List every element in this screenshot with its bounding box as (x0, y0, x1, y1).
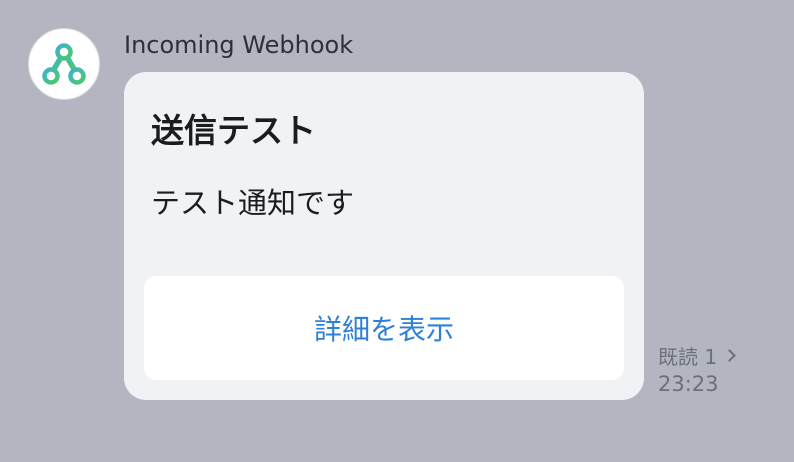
show-details-label: 詳細を表示 (313, 313, 454, 346)
webhook-icon (42, 43, 86, 85)
read-receipt-label: 既読 1 (658, 345, 718, 369)
message-timestamp: 23:23 (658, 372, 719, 396)
show-details-button[interactable]: 詳細を表示 (144, 276, 624, 380)
read-receipt[interactable]: 既読 1 (658, 341, 736, 370)
card-body: テスト通知です (151, 186, 355, 220)
sender-name: Incoming Webhook (124, 31, 354, 59)
card-title: 送信テスト (151, 111, 316, 150)
message-card: 送信テスト テスト通知です 詳細を表示 (124, 72, 644, 400)
sender-avatar[interactable] (28, 28, 100, 100)
chevron-right-icon (723, 349, 736, 362)
